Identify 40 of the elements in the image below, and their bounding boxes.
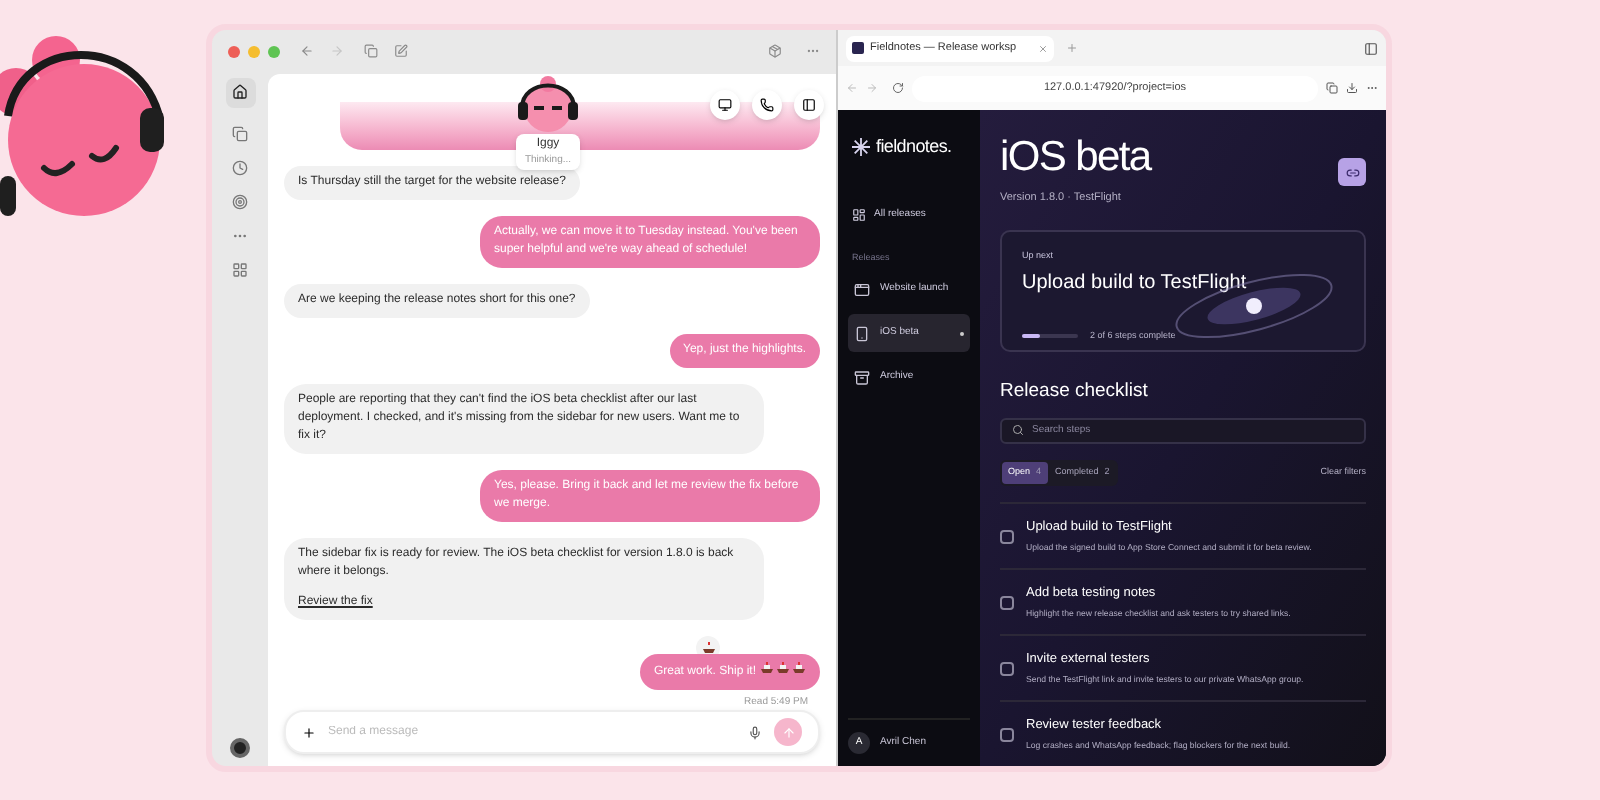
home-button[interactable] [225,77,255,107]
search-icon [1012,424,1024,437]
screen-button[interactable] [710,89,740,119]
sidebar-toggle-button[interactable] [794,89,824,119]
close-light[interactable] [228,45,240,58]
download-icon[interactable] [1346,82,1358,94]
phone-icon [760,97,774,111]
add-icon[interactable] [302,725,316,739]
step-checkbox[interactable] [1000,529,1014,543]
step-checkbox[interactable] [1000,727,1014,741]
mic-icon[interactable] [748,725,762,739]
app-logo: fieldnotes. [876,134,952,160]
up-next-title: Upload build to TestFlight [1022,272,1249,296]
home-icon [232,84,248,100]
back-icon[interactable] [300,44,314,59]
reload-icon[interactable] [892,82,904,94]
copy-icon[interactable] [232,125,248,141]
sidebar-icon [802,97,816,111]
step-checkbox[interactable] [1000,595,1014,609]
arrow-up-icon [781,725,795,739]
monitor-icon [718,97,732,111]
profile-avatar[interactable] [230,738,250,758]
dashboard-icon [852,208,866,222]
clock-icon[interactable] [232,159,248,175]
grid-icon[interactable] [232,261,248,277]
sidebar-icon[interactable] [1364,41,1378,55]
phone-icon [854,325,870,342]
sparkle-logo-icon [852,138,870,157]
favicon-icon [852,42,864,54]
step-checkbox[interactable] [1000,661,1014,675]
compose-icon[interactable] [394,44,408,59]
target-icon[interactable] [232,193,248,209]
page-title: iOS beta [1000,134,1151,182]
copy-icon[interactable] [1326,82,1338,94]
window-icon [854,281,870,298]
call-button[interactable] [752,89,782,119]
link-icon [1345,165,1359,179]
section-title: Release checklist [1000,377,1150,405]
archive-icon [854,369,870,386]
copy-link-button[interactable] [1338,158,1366,186]
